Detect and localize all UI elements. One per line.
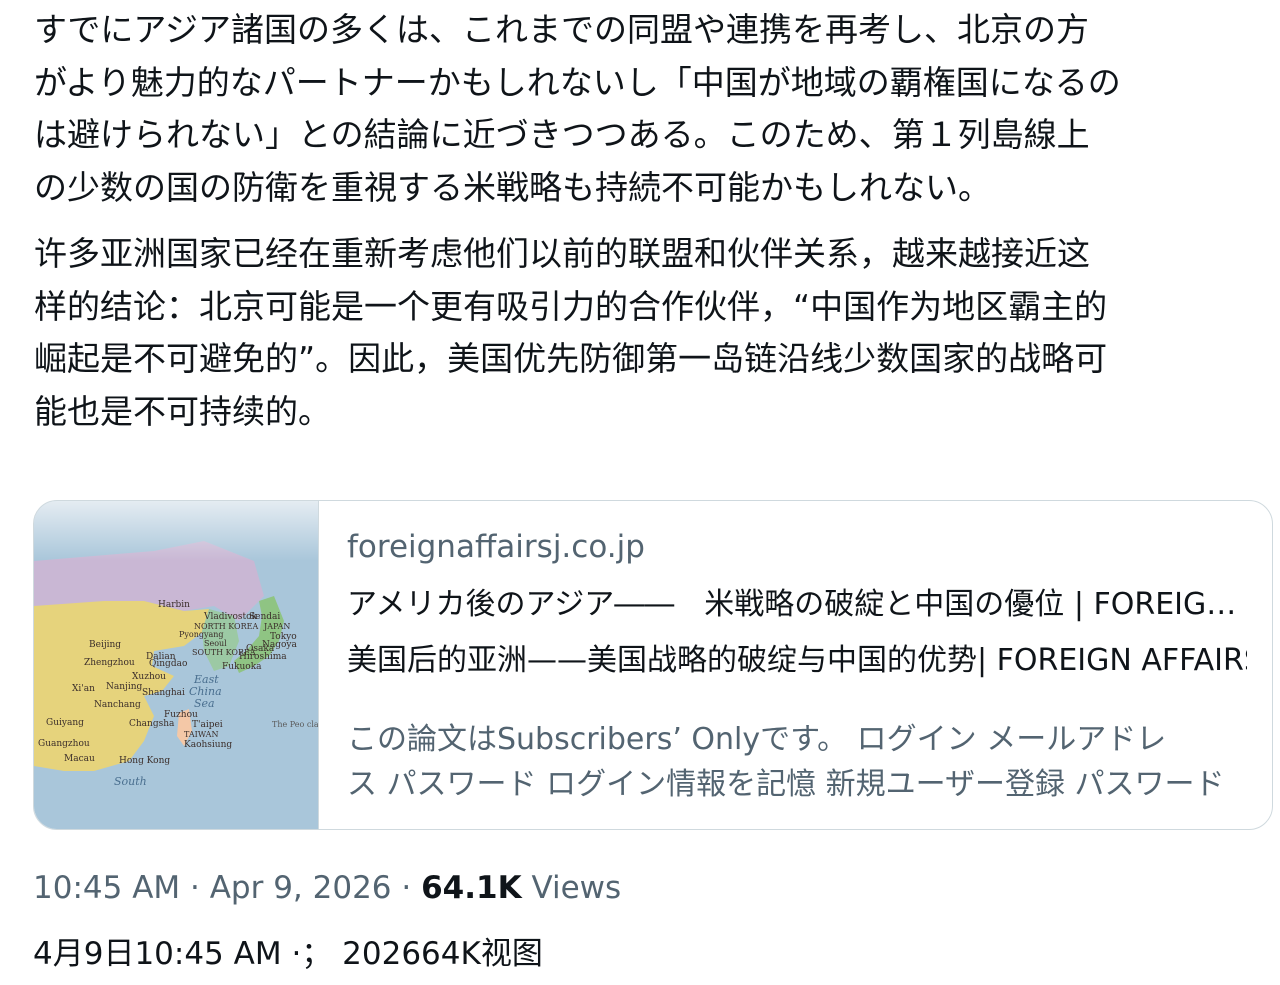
map-label: The Peo claim provinc (Republic there [272,720,318,729]
map-label: Seoul [204,639,227,648]
map-label: Changsha [129,719,175,729]
map-label: Pyongyang [179,630,224,639]
map-label: South [114,775,147,788]
tweet-meta: 10:45 AM · Apr 9, 2026 · 64.1K Views [33,870,621,906]
map-label: Fukuoka [222,662,262,672]
map-label: Xuzhou [132,672,166,682]
tweet-line: 样的结论：北京可能是一个更有吸引力的合作伙伴，“中国作为地区霸主的 [34,286,1108,326]
tweet-line: 能也是不可持续的。 [34,391,331,431]
tweet-time[interactable]: 10:45 AM [33,870,180,906]
map-label: Nagoya [262,640,298,650]
map-label: Sendai [249,612,280,622]
map-label: T'aipei [192,720,223,730]
card-domain: foreignaffairsj.co.jp [347,529,645,565]
card-description-line: ス パスワード ログイン情報を記憶 新規ユーザー登録 パスワード [347,767,1225,802]
map-label: Hiroshima [239,652,287,662]
tweet-line: 许多亚洲国家已经在重新考虑他们以前的联盟和伙伴关系，越来越接近这 [34,234,1090,273]
map-label: Hong Kong [119,756,170,766]
map-label: Qingdao [149,659,187,669]
tweet-line: 崛起是不可避免的”。因此，美国优先防御第一岛链沿线少数国家的战略可 [34,339,1108,378]
map-label: Guiyang [46,718,84,728]
map-label: Harbin [158,600,190,610]
tweet-line: は避けられない」との結論に近づきつつある。このため、第１列島線上 [34,115,1090,154]
tweet-paragraph-japanese: すでにアジア諸国の多くは、これまでの同盟や連携を再考し、北京の方 がより魅力的な… [34,4,1268,214]
views-count[interactable]: 64.1K [421,870,522,906]
card-title-japanese: アメリカ後のアジア―― 米戦略の破綻と中国の優位 | FOREIGN AFFAI… [347,587,1247,622]
map-label: Zhengzhou [84,658,135,668]
tweet-paragraph-chinese: 许多亚洲国家已经在重新考虑他们以前的联盟和伙伴关系，越来越接近这 样的结论：北京… [34,228,1268,438]
map-label: Kaohsiung [184,740,232,750]
meta-separator: · [180,870,210,906]
tweet-date[interactable]: Apr 9, 2026 [210,870,392,906]
map-label: Macau [64,754,95,764]
tweet-line: がより魅力的なパートナーかもしれないし「中国が地域の覇権国になるの [34,62,1121,102]
meta-separator: · [391,870,422,906]
card-thumbnail-map: Harbin Vladivostok NORTH KOREA Pyongyang… [34,501,319,829]
card-description: この論文はSubscribers’ Onlyです。 ログイン メールアドレ ス … [347,717,1247,807]
tweet-line: の少数の国の防衛を重視する米戦略も持続不可能かもしれない。 [34,167,991,207]
map-label: Guangzhou [38,739,90,749]
map-label: JAPAN [263,622,290,631]
map-blur [34,501,318,561]
map-label: Nanjing [106,682,143,692]
map-label: TAIWAN [184,730,218,739]
tweet-text: すでにアジア諸国の多くは、これまでの同盟や連携を再考し、北京の方 がより魅力的な… [34,4,1268,438]
map-label: Shanghai [142,688,185,698]
views-label: Views [521,870,622,906]
card-title-chinese: 美国后的亚洲——美国战略的破绽与中国的优势| FOREIGN AFFAIRS [347,643,1247,678]
map-label: Fuzhou [164,710,198,720]
map-label: Sea [194,697,215,710]
tweet-meta-translation: 4月9日10:45 AM ·； 202664K视图 [33,936,543,972]
map-label: Nanchang [94,700,141,710]
map-label: Xi'an [72,684,95,694]
card-text-area[interactable]: foreignaffairsj.co.jp アメリカ後のアジア―― 米戦略の破綻… [319,501,1272,829]
link-preview-card[interactable]: Harbin Vladivostok NORTH KOREA Pyongyang… [33,500,1273,830]
tweet-line: すでにアジア諸国の多くは、これまでの同盟や連携を再考し、北京の方 [34,10,1090,49]
card-description-line: この論文はSubscribers’ Onlyです。 ログイン メールアドレ [347,722,1167,757]
map-label: Beijing [89,640,121,650]
map-image: Harbin Vladivostok NORTH KOREA Pyongyang… [34,501,318,829]
